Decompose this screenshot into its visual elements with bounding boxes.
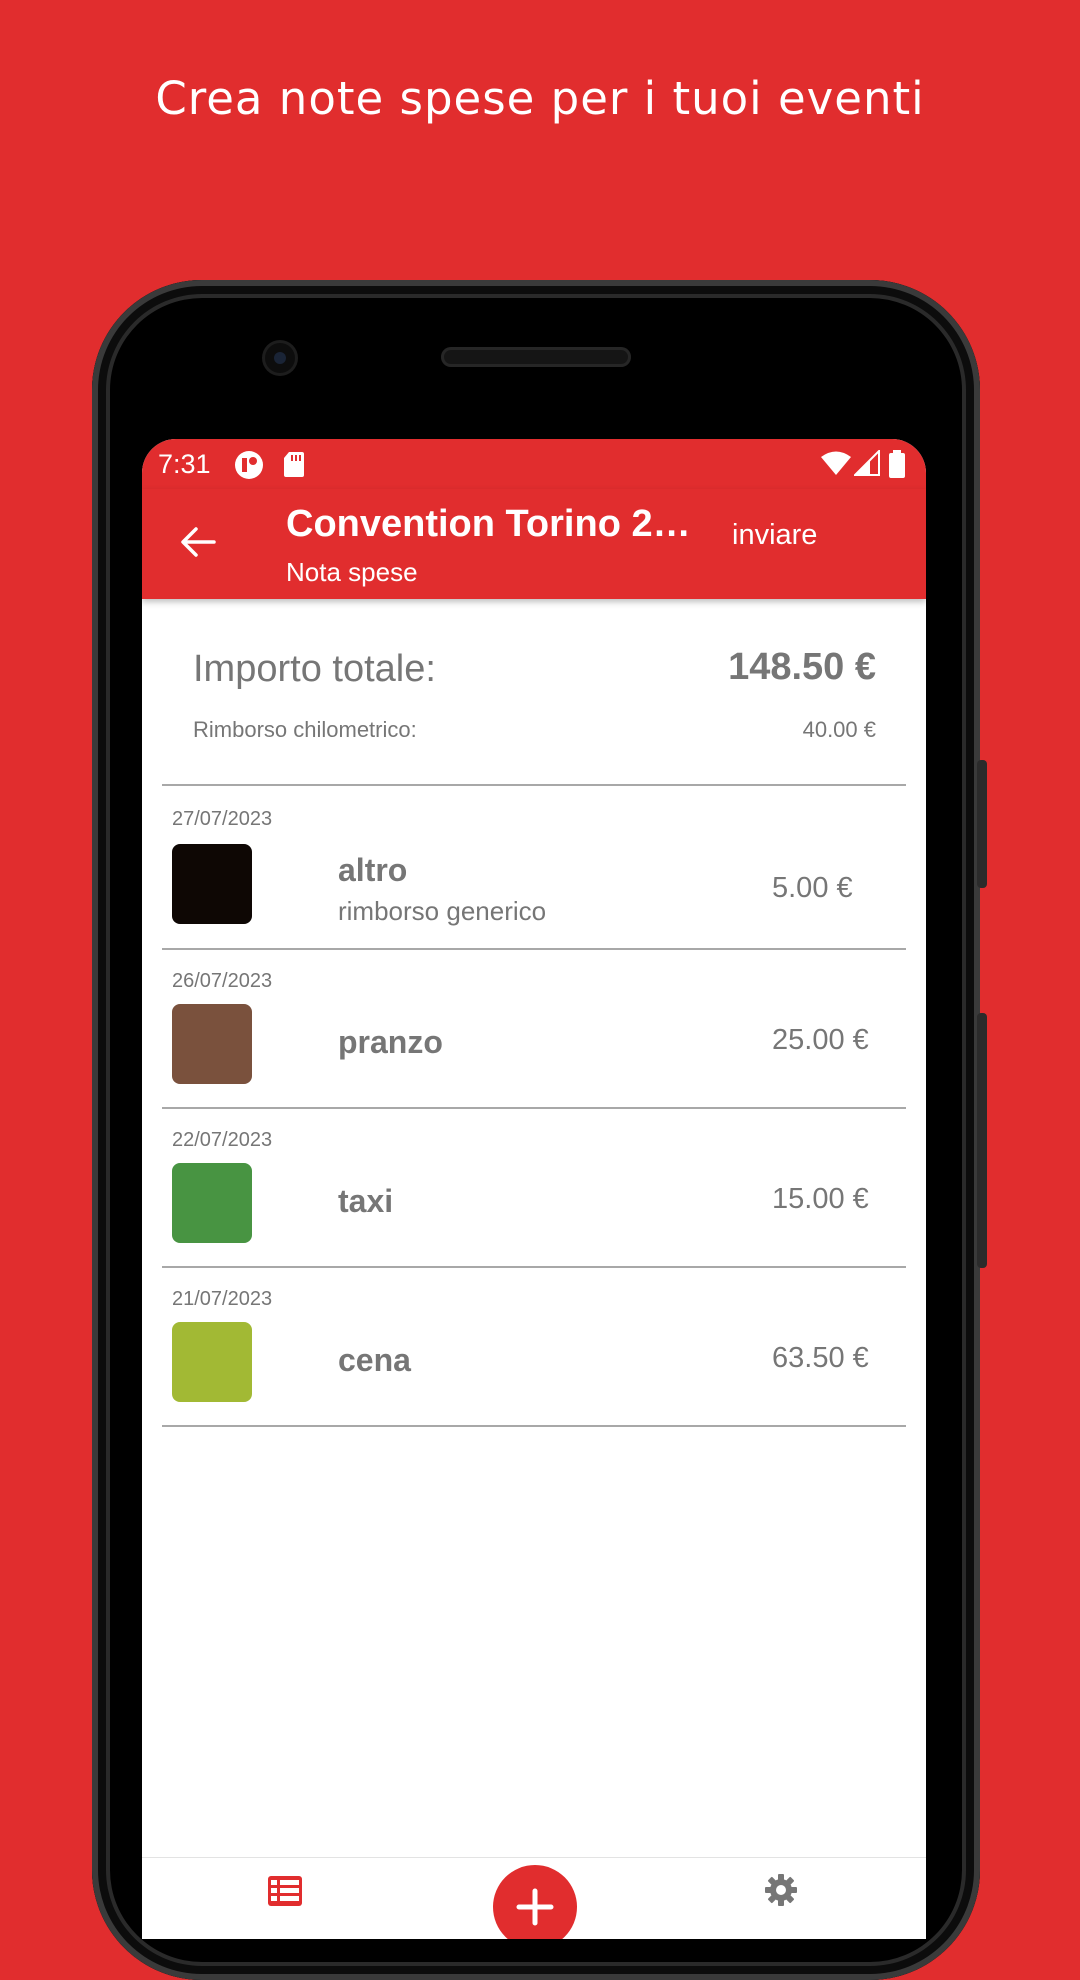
plus-icon [516, 1888, 554, 1926]
expense-amount: 5.00 € [772, 872, 853, 904]
expense-amount: 25.00 € [772, 1024, 869, 1056]
expense-row[interactable]: 21/07/2023 cena 63.50 € [162, 1268, 906, 1425]
phone-volume-button [977, 1013, 987, 1268]
expense-date: 27/07/2023 [172, 808, 273, 830]
page-subtitle: Nota spese [286, 557, 418, 587]
page-title: Convention Torino 2… [286, 503, 691, 545]
expense-color-swatch [172, 1322, 252, 1402]
status-bar: 7:31 [142, 439, 926, 489]
mileage-label: Rimborso chilometrico: [193, 717, 417, 742]
app-bar: Convention Torino 2… Nota spese inviare [142, 489, 926, 599]
expense-date: 21/07/2023 [172, 1288, 273, 1310]
add-expense-button[interactable] [493, 1865, 577, 1939]
divider [162, 1425, 906, 1427]
expense-color-swatch [172, 844, 252, 924]
arrow-left-icon[interactable] [178, 522, 218, 562]
expense-amount: 63.50 € [772, 1342, 869, 1374]
expense-name: altro [338, 852, 408, 888]
sd-card-icon [284, 452, 304, 477]
expense-row[interactable]: 26/07/2023 pranzo 25.00 € [162, 950, 906, 1107]
mileage-value: 40.00 € [802, 717, 876, 742]
app-screen: 7:31 Convention Torino 2… Nota spese inv… [142, 439, 926, 1939]
expense-color-swatch [172, 1163, 252, 1243]
list-icon[interactable] [268, 1876, 302, 1906]
expense-row[interactable]: 22/07/2023 taxi 15.00 € [162, 1109, 906, 1266]
notification-app-icon [235, 451, 263, 479]
expense-name: taxi [338, 1183, 394, 1219]
expense-row[interactable]: 27/07/2023 altro rimborso generico 5.00 … [162, 786, 906, 948]
battery-icon [889, 450, 905, 478]
speaker-grille [441, 347, 631, 367]
status-time: 7:31 [158, 449, 211, 479]
expense-color-swatch [172, 1004, 252, 1084]
expense-name: pranzo [338, 1024, 443, 1060]
send-button[interactable]: inviare [732, 519, 817, 552]
gear-icon[interactable] [764, 1873, 798, 1907]
total-label: Importo totale: [193, 648, 436, 690]
phone-side-button [977, 760, 987, 888]
expense-date: 26/07/2023 [172, 970, 273, 992]
expense-name: cena [338, 1342, 411, 1378]
wifi-icon [821, 451, 851, 475]
expense-amount: 15.00 € [772, 1183, 869, 1215]
expense-description: rimborso generico [338, 896, 547, 926]
cell-signal-icon [854, 450, 880, 476]
total-value: 148.50 € [728, 646, 876, 688]
headline: Crea note spese per i tuoi eventi [155, 72, 925, 125]
expense-date: 22/07/2023 [172, 1129, 273, 1151]
front-camera [265, 343, 295, 373]
